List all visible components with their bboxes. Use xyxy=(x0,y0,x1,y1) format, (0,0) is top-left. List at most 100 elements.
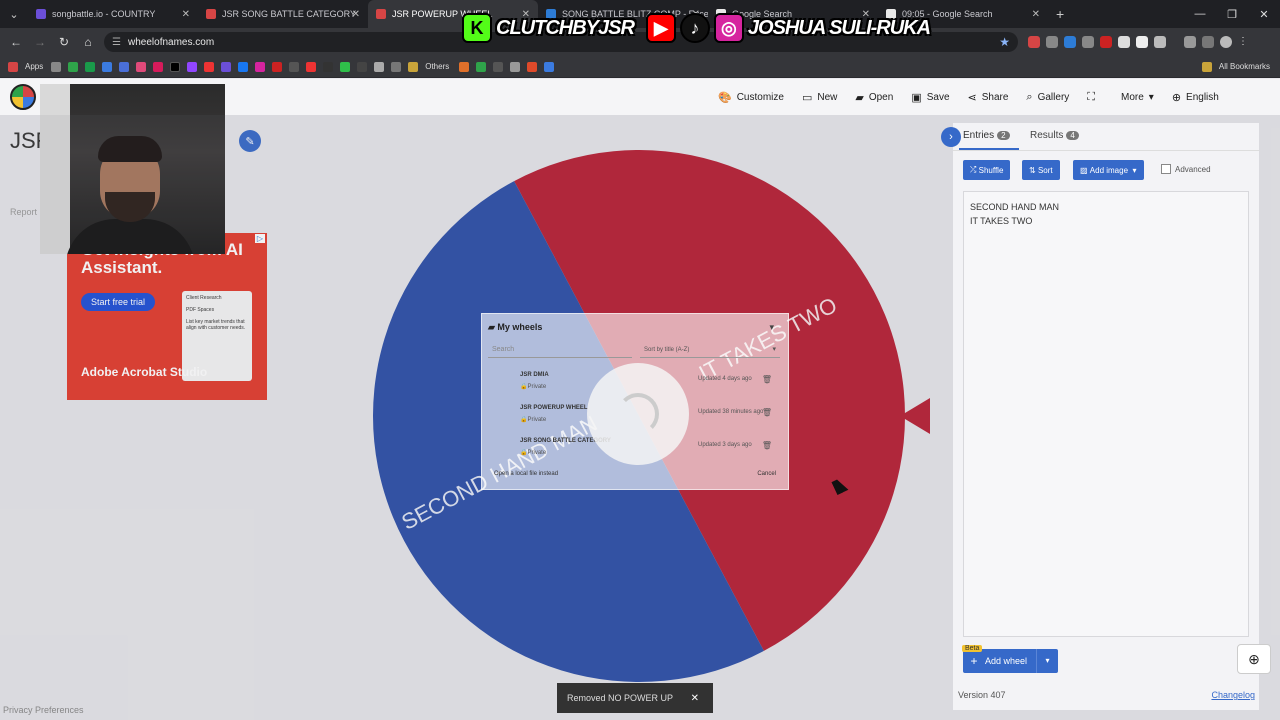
wheel-search-input[interactable]: Search xyxy=(488,342,632,358)
extension-icon[interactable] xyxy=(1100,36,1112,48)
cancel-button[interactable]: Cancel xyxy=(757,471,776,477)
forward-icon[interactable]: → xyxy=(28,35,52,49)
tab-close-icon[interactable]: ✕ xyxy=(182,9,190,20)
bookmark-icon[interactable] xyxy=(272,61,283,72)
tab-close-icon[interactable]: ✕ xyxy=(1032,9,1040,20)
bookmark-icon[interactable] xyxy=(357,61,368,72)
bookmark-icon[interactable] xyxy=(119,61,130,72)
apps-icon[interactable] xyxy=(8,61,18,72)
extension-icon[interactable] xyxy=(1118,36,1130,48)
avatar[interactable] xyxy=(1220,36,1232,48)
window-controls: — ❐ ✕ xyxy=(1184,0,1280,28)
open-button[interactable]: ▰ Open xyxy=(855,91,893,104)
kick-bookmark-icon[interactable] xyxy=(340,61,351,72)
tab-search-icon[interactable]: ⌄ xyxy=(0,8,28,21)
bookmark-icon[interactable] xyxy=(391,61,402,72)
reading-list-icon[interactable] xyxy=(1184,36,1196,48)
bookmark-apps[interactable]: Apps xyxy=(25,62,43,71)
open-local-file-link[interactable]: Open a local file instead xyxy=(494,471,558,477)
add-wheel-button[interactable]: + Add wheel ▾ xyxy=(963,649,1058,673)
bookmark-icon[interactable] xyxy=(221,61,232,72)
add-image-button[interactable]: ▨ Add image ▾ xyxy=(1073,160,1144,180)
extension-icon[interactable] xyxy=(1046,36,1058,48)
results-count-badge: 4 xyxy=(1066,131,1079,140)
back-icon[interactable]: ← xyxy=(4,35,28,49)
bookmark-icon[interactable] xyxy=(306,61,317,72)
shuffle-button[interactable]: ⤮ Shuffle xyxy=(963,160,1011,180)
customize-button[interactable]: 🎨 Customize xyxy=(718,91,784,104)
trash-icon[interactable]: 🗑 xyxy=(762,441,772,450)
fullscreen-button[interactable]: ⛶ xyxy=(1087,91,1095,104)
bookmark-icon[interactable] xyxy=(527,61,538,72)
tab-results[interactable]: Results 4 xyxy=(1030,130,1079,141)
extension-icon[interactable] xyxy=(1082,36,1094,48)
bookmark-icon[interactable] xyxy=(153,61,164,72)
bookmark-icon[interactable] xyxy=(289,61,300,72)
bookmark-icon[interactable] xyxy=(510,61,521,72)
changelog-link[interactable]: Changelog xyxy=(1211,690,1255,700)
tab-entries[interactable]: Entries 2 xyxy=(963,130,1010,141)
bookmark-icon[interactable] xyxy=(374,61,385,72)
bookmark-folder-others[interactable]: Others xyxy=(425,62,449,71)
chevron-down-icon[interactable]: ▾ xyxy=(1036,649,1058,673)
sidepanel-icon[interactable] xyxy=(1202,36,1214,48)
sort-label: Sort xyxy=(1037,165,1053,175)
minimize-icon[interactable]: — xyxy=(1184,8,1216,20)
site-logo[interactable] xyxy=(10,84,36,110)
site-info-icon[interactable]: ☰ xyxy=(112,37,121,48)
trash-icon[interactable]: 🗑 xyxy=(762,375,772,384)
checkbox-box[interactable] xyxy=(1161,164,1171,174)
reload-icon[interactable]: ↻ xyxy=(52,35,76,49)
folder-open-icon: ▰ xyxy=(855,91,864,104)
bookmark-icon[interactable] xyxy=(85,61,96,72)
tab-close-icon[interactable]: ✕ xyxy=(352,9,360,20)
grid-icon[interactable] xyxy=(51,61,62,72)
language-button[interactable]: ⊕ English xyxy=(1172,91,1219,104)
menu-kebab-icon[interactable]: ⋮ xyxy=(1238,36,1250,48)
bookmark-icon[interactable] xyxy=(544,61,555,72)
extension-icon[interactable] xyxy=(1136,36,1148,48)
bookmark-star-icon[interactable]: ★ xyxy=(999,35,1010,49)
folder-icon[interactable] xyxy=(408,61,419,72)
extension-icon[interactable] xyxy=(1028,36,1040,48)
plus-icon: + xyxy=(970,654,978,668)
extension-icon[interactable] xyxy=(1064,36,1076,48)
facebook-bookmark-icon[interactable] xyxy=(238,61,249,72)
bookmark-icon[interactable] xyxy=(136,61,147,72)
bookmark-icon[interactable] xyxy=(102,61,113,72)
bookmark-icon[interactable] xyxy=(476,61,487,72)
all-bookmarks[interactable]: All Bookmarks xyxy=(1201,61,1270,72)
home-icon[interactable]: ⌂ xyxy=(76,35,100,49)
trash-icon[interactable]: 🗑 xyxy=(762,408,772,417)
new-button[interactable]: ▭ New xyxy=(802,91,837,104)
zoom-search-icon[interactable]: ⊕ xyxy=(1237,644,1271,674)
bookmark-icon[interactable] xyxy=(459,61,470,72)
collapse-panel-icon[interactable]: › xyxy=(941,127,961,147)
twitch-bookmark-icon[interactable] xyxy=(187,61,198,72)
entries-textarea[interactable]: SECOND HAND MAN IT TAKES TWO xyxy=(963,191,1249,637)
close-icon[interactable]: ✕ xyxy=(691,693,699,704)
new-tab-icon[interactable]: + xyxy=(1048,6,1072,22)
more-button[interactable]: More ▾ xyxy=(1121,92,1154,103)
close-window-icon[interactable]: ✕ xyxy=(1248,8,1280,21)
url-text: wheelofnames.com xyxy=(128,36,215,48)
bookmark-icon[interactable] xyxy=(68,61,79,72)
advanced-checkbox[interactable]: Advanced xyxy=(1161,164,1211,174)
x-bookmark-icon[interactable] xyxy=(323,61,334,72)
restore-icon[interactable]: ❐ xyxy=(1216,8,1248,21)
puzzle-icon[interactable] xyxy=(1154,36,1166,48)
share-button[interactable]: ⋖ Share xyxy=(968,91,1009,104)
sort-select[interactable]: Sort by title (A-Z) ▾ xyxy=(640,342,780,358)
instagram-bookmark-icon[interactable] xyxy=(255,61,266,72)
youtube-bookmark-icon[interactable] xyxy=(204,61,215,72)
tiktok-bookmark-icon[interactable] xyxy=(170,61,181,72)
dialog-caret-icon[interactable]: ▾ xyxy=(769,322,774,333)
more-label: More xyxy=(1120,91,1144,103)
sort-button[interactable]: ⇅ Sort xyxy=(1022,160,1060,180)
wheel-updated: Updated 38 minutes ago xyxy=(698,409,764,415)
bookmark-icon[interactable] xyxy=(493,61,504,72)
gallery-button[interactable]: ⌕ Gallery xyxy=(1026,91,1069,104)
browser-tab[interactable]: songbattle.io - COUNTRY ✕ xyxy=(28,0,198,28)
save-button[interactable]: ▣ Save xyxy=(911,91,949,104)
browser-tab[interactable]: JSR SONG BATTLE CATEGORY ✕ xyxy=(198,0,368,28)
